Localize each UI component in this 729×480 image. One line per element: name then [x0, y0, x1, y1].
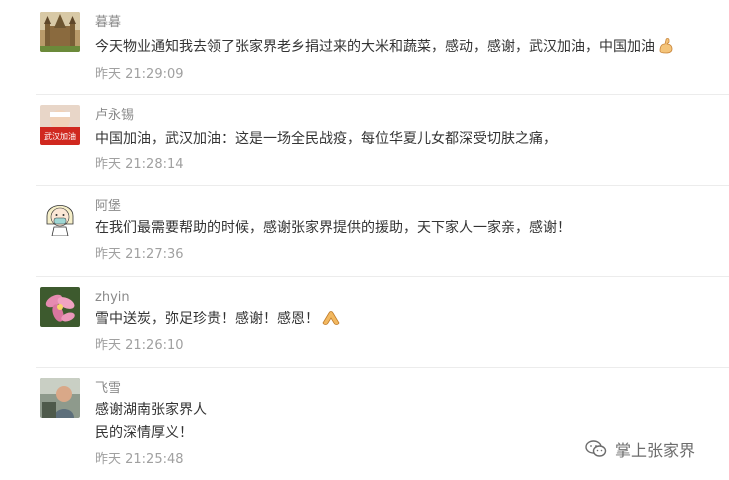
cartoon-girl-avatar-icon [40, 196, 80, 236]
comment-time: 昨天 21:28:14 [95, 157, 184, 172]
commenter-name: 卢永锡 [95, 108, 135, 123]
comment-time: 昨天 21:25:48 [95, 452, 184, 467]
wechat-icon [585, 440, 607, 458]
flexed-biceps-icon [657, 36, 675, 62]
comment-item: 武汉加油 卢永锡 中国加油，武汉加油：这是一场全民战疫，每位华夏儿女都深受切肤之… [0, 95, 729, 186]
comment-item: 阿堡 在我们最需要帮助的时候，感谢张家界提供的援助，天下家人一家亲，感谢！ 昨天… [0, 186, 729, 277]
avatar[interactable] [40, 12, 80, 52]
avatar[interactable] [40, 378, 80, 418]
comment-item: 暮暮 今天物业通知我去领了张家界老乡捐过来的大米和蔬菜，感动，感谢，武汉加油，中… [0, 0, 729, 95]
svg-text:武汉加油: 武汉加油 [44, 131, 76, 141]
comment-text-line: 感谢湖南张家界人 [95, 402, 207, 418]
commenter-name: 飞雪 [95, 381, 122, 396]
watermark: 掌上张家界 [585, 437, 695, 461]
commenter-name: 阿堡 [95, 199, 122, 214]
flower-avatar-icon [40, 287, 80, 327]
comment-time: 昨天 21:29:09 [95, 67, 184, 82]
comment-item: 飞雪 感谢湖南张家界人 民的深情厚义！ 昨天 21:25:48 [0, 368, 729, 480]
comment-item: zhyin 雪中送炭，弥足珍贵！感谢！感恩！ 昨天 21:26:10 [0, 277, 729, 368]
comment-text: 今天物业通知我去领了张家界老乡捐过来的大米和蔬菜，感动，感谢，武汉加油，中国加油 [95, 36, 695, 62]
avatar[interactable]: 武汉加油 [40, 105, 80, 145]
wuhan-jiayou-avatar-icon: 武汉加油 [40, 105, 80, 145]
comment-text: 在我们最需要帮助的时候，感谢张家界提供的援助，天下家人一家亲，感谢！ [95, 220, 571, 236]
comment-text: 中国加油，武汉加油：这是一场全民战疫，每位华夏儿女都深受切肤之痛， [95, 131, 557, 147]
watermark-label: 掌上张家界 [615, 441, 696, 460]
comment-text: 雪中送炭，弥足珍贵！感谢！感恩！ [95, 308, 695, 334]
child-photo-avatar-icon [40, 378, 80, 418]
commenter-name: zhyin [95, 290, 130, 305]
avatar[interactable] [40, 196, 80, 236]
castle-avatar-icon [40, 12, 80, 52]
comment-time: 昨天 21:26:10 [95, 338, 184, 353]
avatar[interactable] [40, 287, 80, 327]
folded-hands-icon [321, 308, 341, 334]
commenter-name: 暮暮 [95, 15, 122, 30]
comment-time: 昨天 21:27:36 [95, 247, 184, 262]
